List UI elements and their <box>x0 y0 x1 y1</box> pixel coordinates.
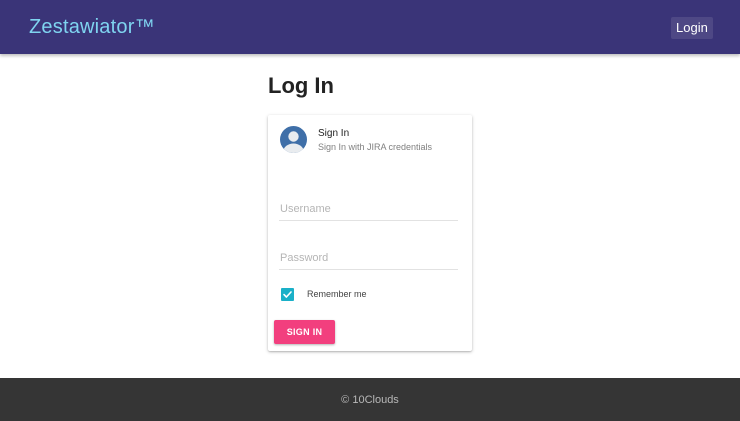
page-title: Log In <box>268 73 334 98</box>
sign-in-button[interactable]: SIGN IN <box>274 320 335 344</box>
user-avatar-icon <box>280 126 307 153</box>
footer: © 10Clouds <box>0 378 740 421</box>
footer-copyright: © 10Clouds <box>341 394 399 406</box>
top-navbar: Zestawiator™ Login <box>0 0 740 54</box>
page: Zestawiator™ Login Log In Sign In Sign I… <box>0 0 740 421</box>
nav-login-link[interactable]: Login <box>671 17 713 39</box>
card-title: Sign In <box>318 128 350 139</box>
password-input[interactable] <box>279 246 458 269</box>
brand-logo-text[interactable]: Zestawiator™ <box>29 15 155 39</box>
remember-me-checkbox[interactable] <box>281 288 294 301</box>
password-field <box>279 246 458 270</box>
username-input[interactable] <box>279 197 458 220</box>
sign-in-card: Sign In Sign In with JIRA credentials Re… <box>268 115 472 351</box>
checkmark-icon <box>283 291 292 298</box>
card-subtitle: Sign In with JIRA credentials <box>318 142 433 152</box>
username-field <box>279 197 458 221</box>
remember-me-label[interactable]: Remember me <box>307 288 367 301</box>
